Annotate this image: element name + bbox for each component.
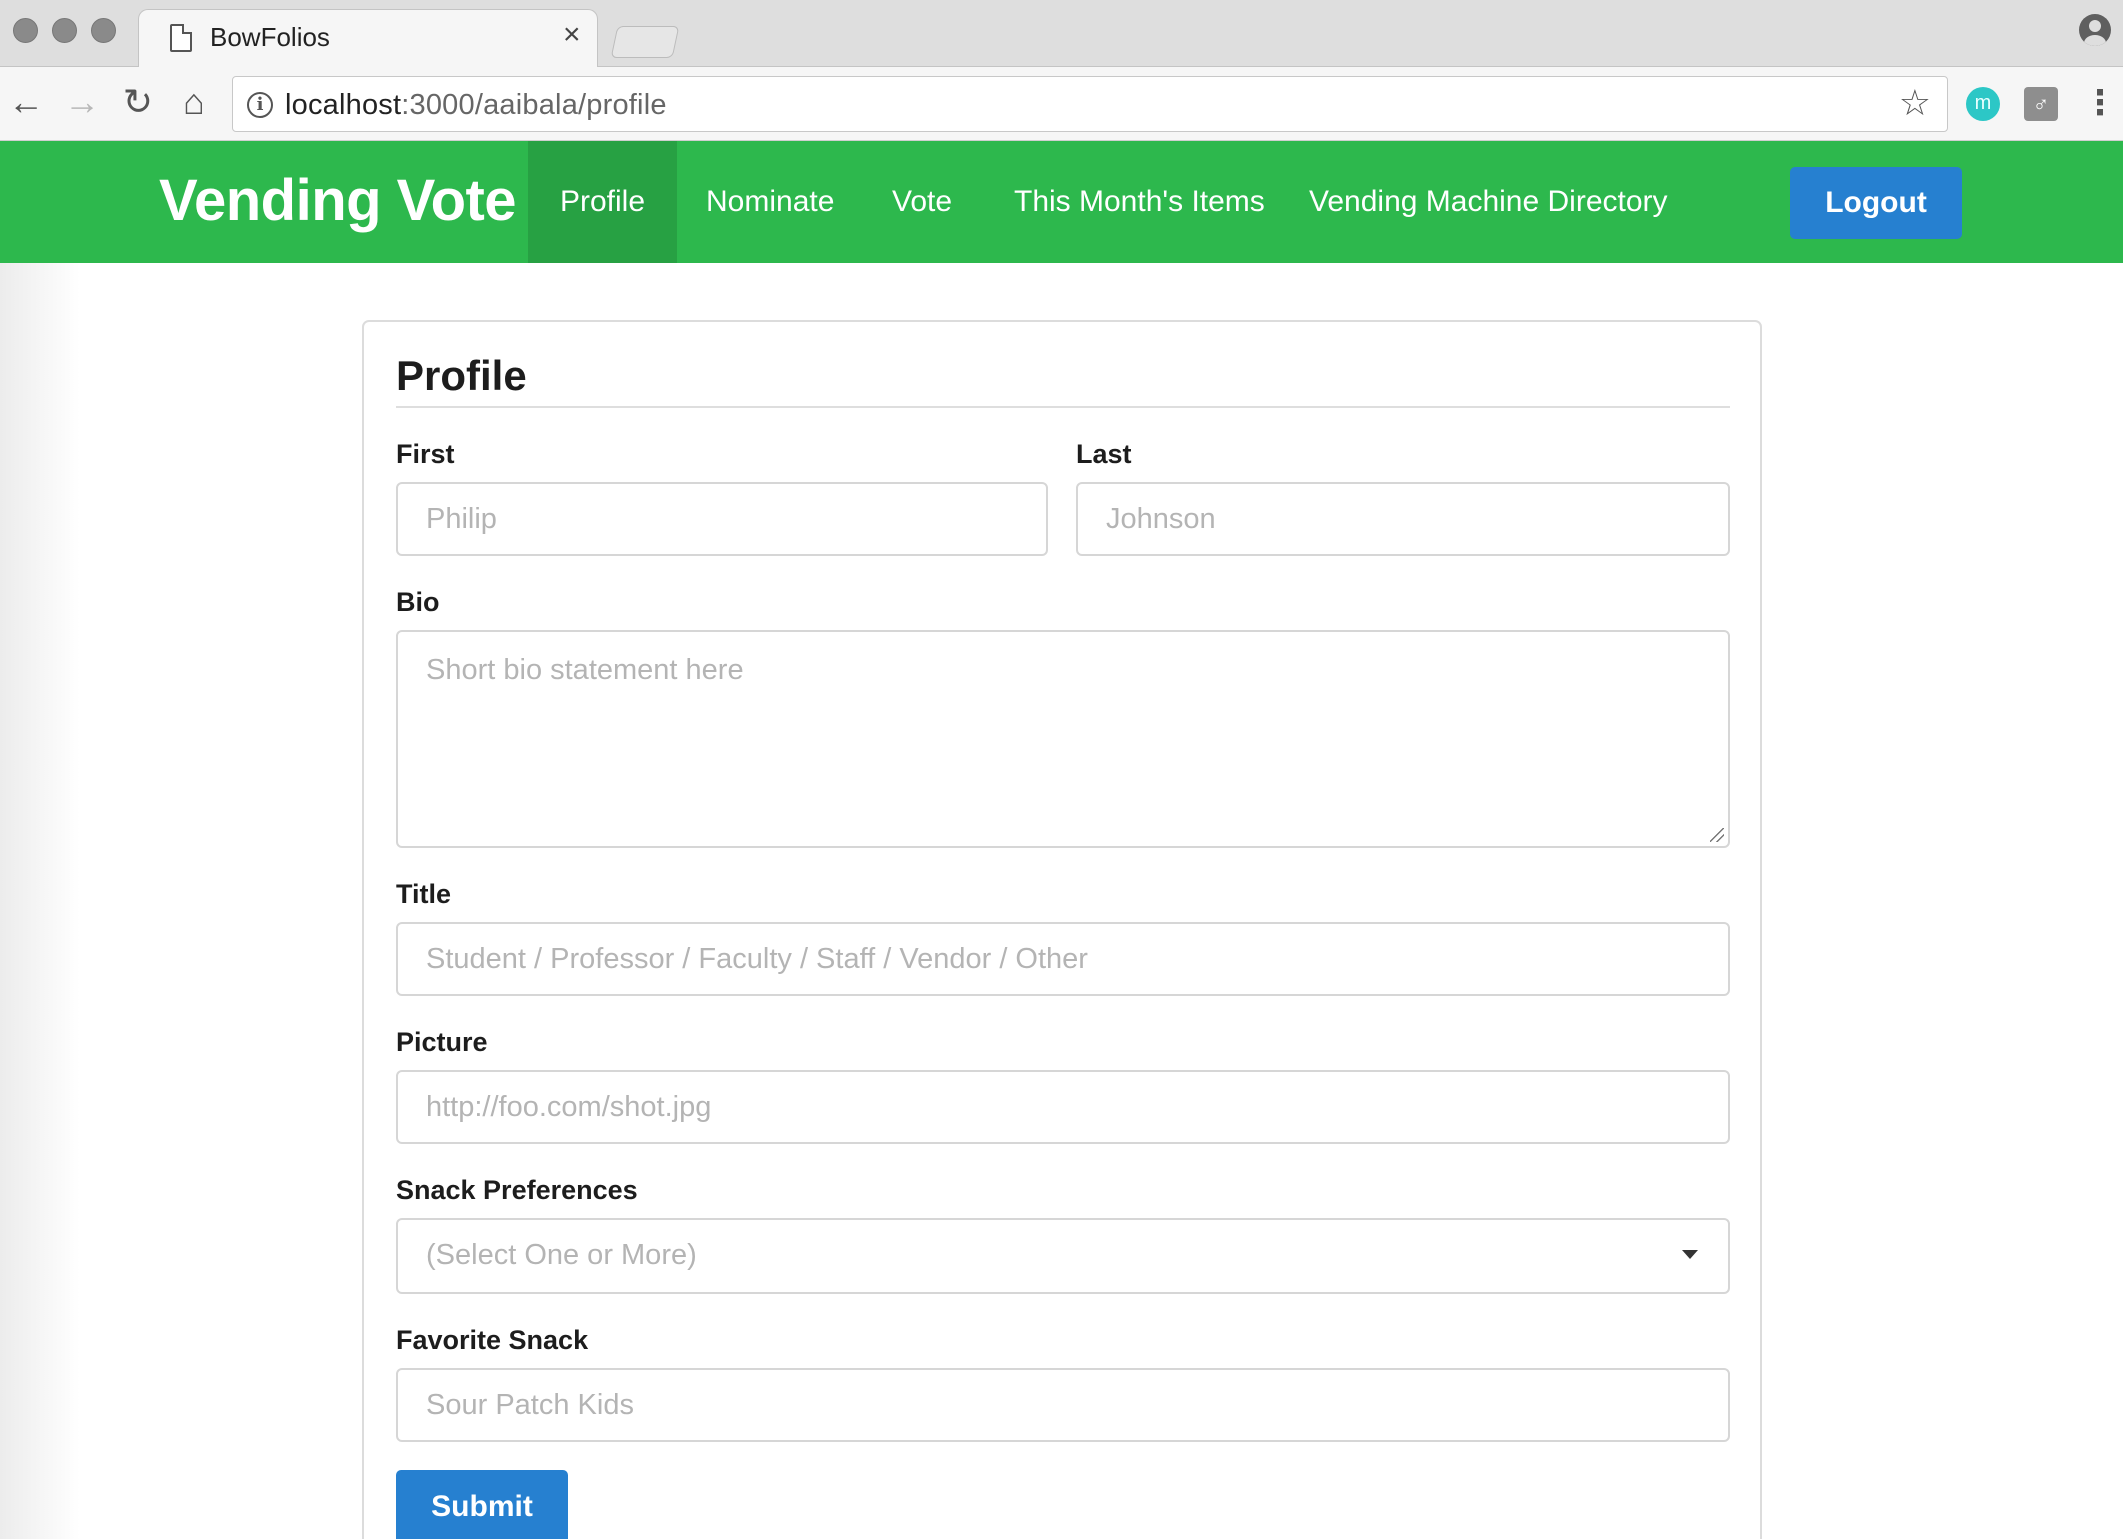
title-input[interactable]: Student / Professor / Faculty / Staff / … bbox=[396, 922, 1730, 996]
browser-menu-icon[interactable]: ⋮ bbox=[2083, 85, 2117, 121]
form-title: Profile bbox=[396, 352, 527, 399]
snack-preferences-label: Snack Preferences bbox=[396, 1175, 638, 1205]
nav-item-nominate[interactable]: Nominate bbox=[674, 141, 866, 263]
forward-arrow-icon[interactable]: → bbox=[62, 82, 102, 122]
favorite-snack-input[interactable]: Sour Patch Kids bbox=[396, 1368, 1730, 1442]
last-name-label: Last bbox=[1076, 439, 1132, 469]
snack-preferences-placeholder: (Select One or More) bbox=[426, 1239, 697, 1271]
app-navbar: Vending Vote Profile Nominate Vote This … bbox=[0, 141, 2123, 263]
picture-url-input[interactable]: http://foo.com/shot.jpg bbox=[396, 1070, 1730, 1144]
browser-tab-title: BowFolios bbox=[210, 22, 330, 52]
nav-item-vending-machine-directory[interactable]: Vending Machine Directory bbox=[1277, 141, 1700, 263]
window-minimize-dot[interactable] bbox=[52, 18, 77, 43]
nav-item-this-months-items[interactable]: This Month's Items bbox=[982, 141, 1297, 263]
favorite-snack-label: Favorite Snack bbox=[396, 1325, 589, 1355]
extension-m-icon[interactable]: m bbox=[1966, 87, 2000, 121]
submit-button[interactable]: Submit bbox=[396, 1470, 568, 1539]
reload-icon[interactable]: ↻ bbox=[118, 82, 158, 122]
first-name-label: First bbox=[396, 439, 455, 469]
window-close-dot[interactable] bbox=[13, 18, 38, 43]
back-arrow-icon[interactable]: ← bbox=[6, 82, 46, 122]
browser-toolbar: ← → ↻ ⌂ i localhost:3000/aaibala/profile… bbox=[0, 67, 2123, 141]
document-icon bbox=[170, 24, 192, 52]
profile-form-card: Profile First Philip Last Johnson Bio Sh… bbox=[362, 320, 1762, 1539]
resize-handle-icon[interactable] bbox=[1710, 828, 1724, 842]
picture-label: Picture bbox=[396, 1027, 488, 1057]
title-divider bbox=[396, 406, 1730, 408]
window-zoom-dot[interactable] bbox=[91, 18, 116, 43]
last-name-input[interactable]: Johnson bbox=[1076, 482, 1730, 556]
browser-tab-active[interactable] bbox=[138, 9, 598, 68]
site-info-icon[interactable]: i bbox=[247, 92, 273, 118]
bookmark-star-icon[interactable]: ☆ bbox=[1899, 83, 1931, 123]
bio-textarea[interactable]: Short bio statement here bbox=[396, 630, 1730, 848]
browser-profile-icon[interactable] bbox=[2079, 14, 2111, 46]
home-icon[interactable]: ⌂ bbox=[174, 82, 214, 122]
logout-button[interactable]: Logout bbox=[1790, 167, 1962, 239]
browser-tab-strip: BowFolios × bbox=[0, 0, 2123, 68]
page-edge-shadow bbox=[0, 263, 80, 1539]
snack-preferences-select[interactable]: (Select One or More) bbox=[396, 1218, 1730, 1294]
url-path: :3000/aaibala/profile bbox=[401, 89, 667, 121]
caret-down-icon bbox=[1682, 1250, 1698, 1259]
first-name-input[interactable]: Philip bbox=[396, 482, 1048, 556]
extension-icon[interactable]: ♂ bbox=[2024, 87, 2058, 121]
brand-logo[interactable]: Vending Vote bbox=[159, 167, 517, 234]
address-bar[interactable]: i localhost:3000/aaibala/profile ☆ bbox=[232, 76, 1948, 132]
bio-placeholder: Short bio statement here bbox=[426, 654, 744, 686]
url-text[interactable]: localhost:3000/aaibala/profile bbox=[285, 89, 667, 122]
bio-label: Bio bbox=[396, 587, 440, 617]
nav-item-profile[interactable]: Profile bbox=[528, 141, 678, 263]
new-tab-button[interactable] bbox=[610, 26, 680, 58]
url-host: localhost bbox=[285, 89, 402, 121]
nav-item-vote[interactable]: Vote bbox=[860, 141, 984, 263]
tab-close-icon[interactable]: × bbox=[563, 20, 581, 50]
title-label: Title bbox=[396, 879, 452, 909]
